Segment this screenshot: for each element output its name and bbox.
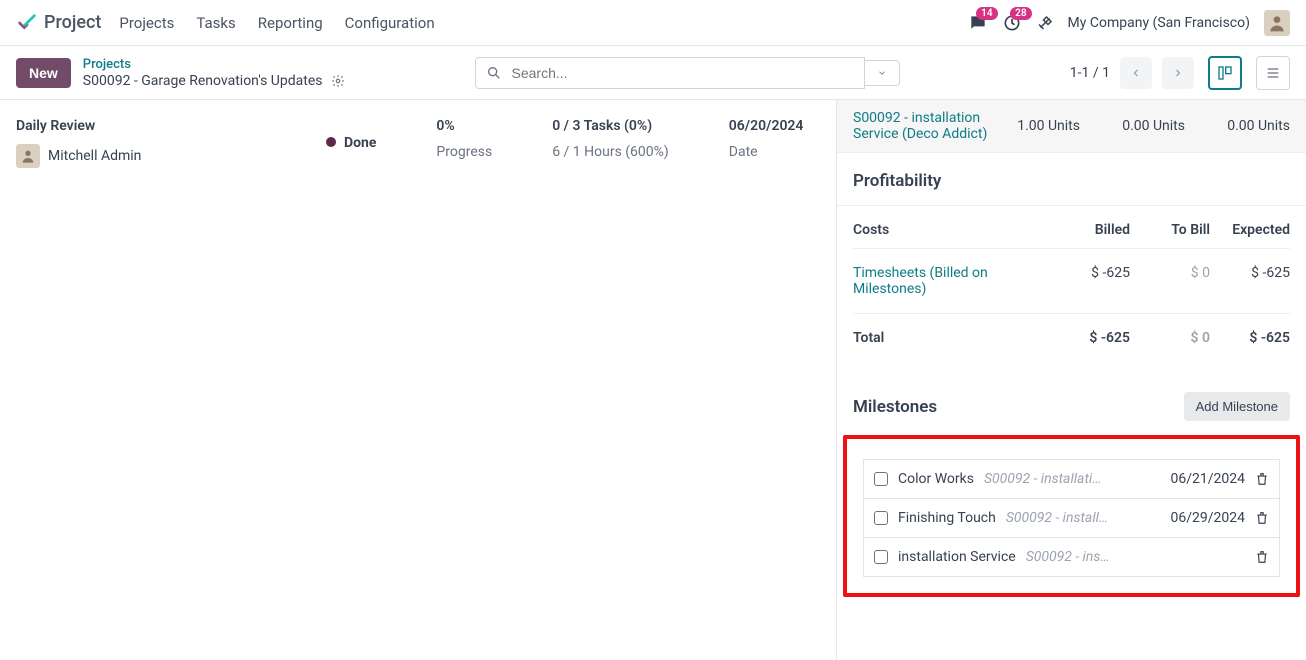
milestone-item[interactable]: Color Works S00092 - installati… 06/21/2…: [863, 459, 1280, 499]
milestones-list: Color Works S00092 - installati… 06/21/2…: [843, 435, 1300, 597]
actionbar: New Projects S00092 - Garage Renovation'…: [0, 46, 1306, 100]
app-logo[interactable]: Project: [16, 12, 101, 34]
col-expected: Expected: [1210, 222, 1290, 238]
milestone-name: installation Service: [898, 549, 1016, 565]
record-user-name: Mitchell Admin: [48, 148, 141, 164]
add-milestone-button[interactable]: Add Milestone: [1184, 392, 1290, 421]
record-tasks: 0 / 3 Tasks (0%): [552, 118, 669, 134]
milestone-item[interactable]: installation Service S00092 - ins…: [863, 537, 1280, 577]
chevron-down-icon: [877, 68, 887, 78]
milestone-item[interactable]: Finishing Touch S00092 - install… 06/29/…: [863, 498, 1280, 538]
nav-projects[interactable]: Projects: [119, 14, 174, 32]
activity-badge: 28: [1010, 7, 1031, 20]
user-avatar-small: [16, 144, 40, 168]
record-date-label: Date: [729, 144, 804, 160]
record-user: Mitchell Admin: [16, 144, 266, 168]
status-dot-icon: [326, 137, 336, 147]
chevron-right-icon: [1172, 67, 1184, 79]
ts-tobill: $ 0: [1130, 265, 1210, 297]
nav-tasks[interactable]: Tasks: [196, 14, 235, 32]
milestone-date: 06/29/2024: [1153, 510, 1245, 526]
side-item-link[interactable]: S00092 - installation Service (Deco Addi…: [853, 110, 1005, 142]
gear-icon[interactable]: [331, 74, 345, 88]
ts-billed: $ -625: [1050, 265, 1130, 297]
nav-reporting[interactable]: Reporting: [258, 14, 323, 32]
record-hours: 6 / 1 Hours (600%): [552, 144, 669, 160]
pager: 1-1 / 1: [1070, 56, 1290, 90]
topbar-right: 14 28 My Company (San Francisco): [968, 10, 1290, 36]
search-dropdown[interactable]: [865, 60, 900, 86]
user-avatar[interactable]: [1264, 10, 1290, 36]
search-icon: [486, 65, 502, 81]
content: Daily Review Mitchell Admin Done 0% Prog…: [0, 100, 1306, 660]
chevron-left-icon: [1130, 67, 1142, 79]
milestones-header: Milestones: [853, 397, 937, 417]
prof-row-timesheets: Timesheets (Billed on Milestones) $ -625…: [853, 249, 1290, 313]
side-unit-2: 0.00 Units: [1110, 118, 1185, 134]
side-unit-3: 0.00 Units: [1215, 118, 1290, 134]
record-title: Daily Review: [16, 118, 266, 134]
milestones-header-row: Milestones Add Milestone: [837, 372, 1306, 435]
milestone-ref: S00092 - install…: [1006, 510, 1143, 526]
milestone-checkbox[interactable]: [874, 511, 888, 525]
check-icon: [16, 12, 38, 34]
timesheets-link[interactable]: Timesheets (Billed on Milestones): [853, 265, 1050, 297]
milestone-date: 06/21/2024: [1153, 471, 1245, 487]
list-icon: [1265, 65, 1281, 81]
milestone-checkbox[interactable]: [874, 550, 888, 564]
kanban-icon: [1217, 65, 1233, 81]
ts-expected: $ -625: [1210, 265, 1290, 297]
main-panel: Daily Review Mitchell Admin Done 0% Prog…: [0, 100, 836, 660]
trash-icon[interactable]: [1255, 550, 1269, 564]
new-button[interactable]: New: [16, 58, 71, 88]
col-tobill: To Bill: [1130, 222, 1210, 238]
breadcrumb: Projects S00092 - Garage Renovation's Up…: [83, 57, 345, 89]
total-billed: $ -625: [1050, 330, 1130, 346]
activity-icon[interactable]: 28: [1002, 13, 1022, 33]
side-panel: S00092 - installation Service (Deco Addi…: [836, 100, 1306, 660]
nav-configuration[interactable]: Configuration: [345, 14, 435, 32]
company-selector[interactable]: My Company (San Francisco): [1068, 15, 1250, 31]
profitability-table: Costs Billed To Bill Expected Timesheets…: [837, 206, 1306, 362]
total-label: Total: [853, 330, 1050, 346]
total-expected: $ -625: [1210, 330, 1290, 346]
pager-prev[interactable]: [1120, 57, 1152, 89]
search-field[interactable]: [512, 65, 854, 81]
milestone-ref: S00092 - ins…: [1026, 549, 1143, 565]
nav-menu: Projects Tasks Reporting Configuration: [119, 14, 434, 32]
side-line-item: S00092 - installation Service (Deco Addi…: [837, 100, 1306, 153]
record-date: 06/20/2024: [729, 118, 804, 134]
total-tobill: $ 0: [1130, 330, 1210, 346]
milestone-name: Color Works: [898, 471, 974, 487]
record-progress-label: Progress: [436, 144, 492, 160]
milestone-checkbox[interactable]: [874, 472, 888, 486]
side-unit-1: 1.00 Units: [1005, 118, 1080, 134]
profitability-header: Profitability: [837, 153, 1306, 206]
milestone-name: Finishing Touch: [898, 510, 996, 526]
msg-badge: 14: [976, 7, 997, 20]
record-row[interactable]: Daily Review Mitchell Admin Done 0% Prog…: [0, 100, 836, 186]
pager-text: 1-1 / 1: [1070, 65, 1110, 81]
view-kanban[interactable]: [1208, 56, 1242, 90]
topbar: Project Projects Tasks Reporting Configu…: [0, 0, 1306, 46]
pager-next[interactable]: [1162, 57, 1194, 89]
trash-icon[interactable]: [1255, 472, 1269, 486]
record-status: Done: [326, 135, 376, 151]
view-list[interactable]: [1256, 56, 1290, 90]
messaging-icon[interactable]: 14: [968, 13, 988, 33]
app-name: Project: [44, 12, 101, 33]
trash-icon[interactable]: [1255, 511, 1269, 525]
record-progress: 0%: [436, 118, 492, 134]
prof-header-row: Costs Billed To Bill Expected: [853, 206, 1290, 249]
prof-row-total: Total $ -625 $ 0 $ -625: [853, 313, 1290, 362]
breadcrumb-projects[interactable]: Projects: [83, 57, 345, 72]
col-billed: Billed: [1050, 222, 1130, 238]
col-costs: Costs: [853, 222, 1050, 238]
milestone-ref: S00092 - installati…: [984, 471, 1143, 487]
search-input[interactable]: [475, 57, 865, 89]
breadcrumb-title: S00092 - Garage Renovation's Updates: [83, 73, 323, 89]
tools-icon[interactable]: [1036, 14, 1054, 32]
